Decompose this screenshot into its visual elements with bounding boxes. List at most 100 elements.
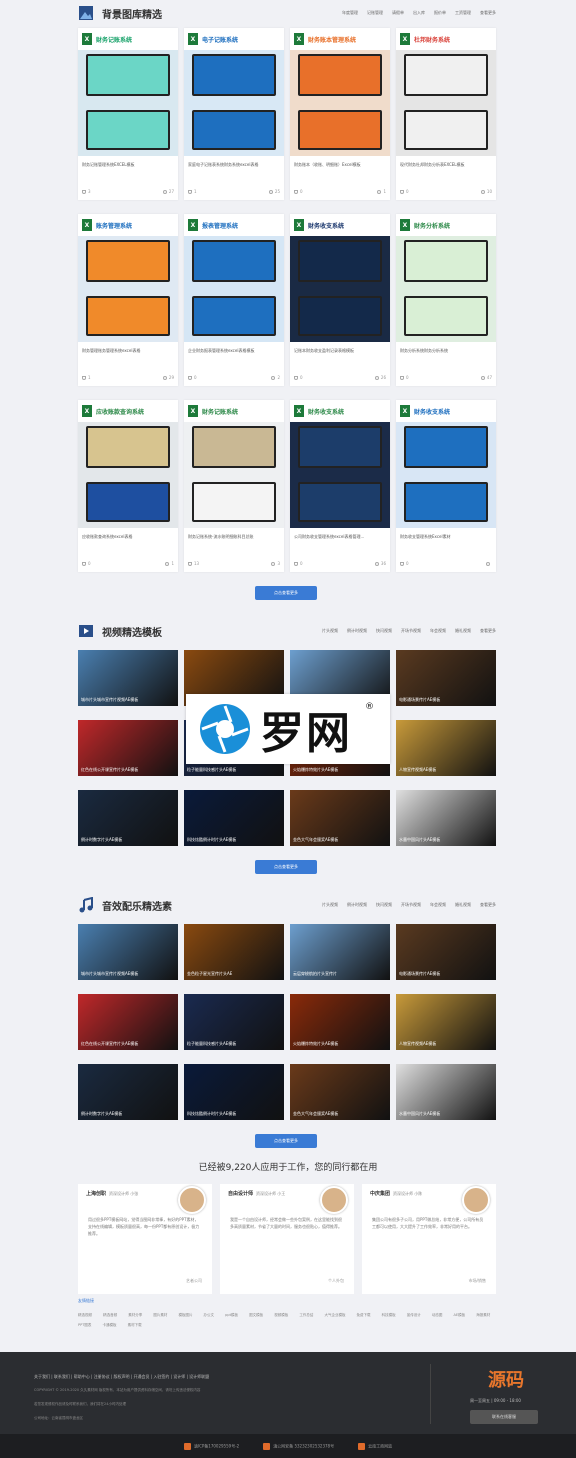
- nav-link[interactable]: 倒计时视频: [347, 902, 367, 908]
- like-count[interactable]: 1: [165, 561, 174, 566]
- template-card[interactable]: X 应收账款查询系统 应收账款查询系统excel表格 0 1: [78, 400, 178, 572]
- video-card[interactable]: 电影通场景传片AE模板: [396, 650, 496, 706]
- video-card[interactable]: 科技炫酷倒计时片头AE模板: [184, 790, 284, 846]
- video-card[interactable]: 粒子能量科技感片头AE模板: [184, 994, 284, 1050]
- template-card[interactable]: X 财务记账系统 财务记账系统-流水账明细账科目总账 13 3: [184, 400, 284, 572]
- card-description[interactable]: 公司财务收支管理系统excel表格管理...: [290, 528, 390, 540]
- card-description[interactable]: 记账本财务收支盈利记录表格模板: [290, 342, 390, 354]
- nav-link[interactable]: 片头视频: [322, 902, 338, 908]
- like-count[interactable]: 10: [480, 189, 492, 194]
- template-card[interactable]: X 报表管理系统 企业财务报表管理系统excel表格模板 0 2: [184, 214, 284, 386]
- card-description[interactable]: 财务管理账务管理系统excel表格: [78, 342, 178, 354]
- card-thumbnail[interactable]: X 账务管理系统: [78, 214, 178, 342]
- like-count[interactable]: 3: [271, 561, 280, 566]
- template-card[interactable]: X 账务管理系统 财务管理账务管理系统excel表格 1 29: [78, 214, 178, 386]
- thumb-header: X 财务收支系统: [290, 400, 390, 422]
- card-description[interactable]: 应收账款查询系统excel表格: [78, 528, 178, 540]
- like-count[interactable]: 36: [374, 561, 386, 566]
- nav-link[interactable]: 请假单: [392, 10, 404, 16]
- video-card[interactable]: 云层穿梭航拍片头宣传片: [290, 924, 390, 980]
- video-card[interactable]: 水墨中国风片头AE模板: [396, 1064, 496, 1120]
- icp-item[interactable]: 滇ICP备170029559号-2: [183, 1442, 239, 1450]
- nav-link[interactable]: 婚礼视频: [455, 902, 471, 908]
- template-card[interactable]: X 财务账本管理系统 财务账本（收账、明细账）Excel模板 0 1: [290, 28, 390, 200]
- like-count[interactable]: [486, 561, 492, 566]
- like-count[interactable]: 1: [377, 189, 386, 194]
- video-card[interactable]: 倒计时数字片头AE模板: [78, 1064, 178, 1120]
- like-count[interactable]: 25: [268, 189, 280, 194]
- card-thumbnail[interactable]: X 财务记账系统: [184, 400, 284, 528]
- video-card[interactable]: 人物宣传视频AE模板: [396, 994, 496, 1050]
- card-description[interactable]: 家庭电子记账表系统财务系统excel表格: [184, 156, 284, 168]
- nav-link[interactable]: 查看更多: [480, 10, 496, 16]
- nav-link[interactable]: 快闪视频: [376, 628, 392, 634]
- card-thumbnail[interactable]: X 报表管理系统: [184, 214, 284, 342]
- like-count[interactable]: 29: [162, 375, 174, 380]
- card-description[interactable]: 财务收支管理系统Excel素材: [396, 528, 496, 540]
- more-button[interactable]: 点击查看更多: [255, 586, 317, 600]
- video-card[interactable]: 城市片头城市宣传片视频AE模板: [78, 650, 178, 706]
- nav-link[interactable]: 开场节视频: [401, 902, 421, 908]
- nav-link[interactable]: 年会视频: [430, 902, 446, 908]
- nav-link[interactable]: 年度管理: [342, 10, 358, 16]
- nav-link[interactable]: 片头视频: [322, 628, 338, 634]
- video-card[interactable]: 红色在线公开课宣传片头AE模板: [78, 720, 178, 776]
- footer-nav[interactable]: 关于我们 | 联系我们 | 帮助中心 | 注册协议 | 版权声明 | 开通会员 …: [34, 1374, 209, 1380]
- video-card[interactable]: 倒计时数字片头AE模板: [78, 790, 178, 846]
- template-card[interactable]: X 财务分析系统 财务分析系统财务分析系统 0 47: [396, 214, 496, 386]
- video-card[interactable]: 水墨中国风片头AE模板: [396, 790, 496, 846]
- nav-link[interactable]: 倒计时视频: [347, 628, 367, 634]
- nav-link[interactable]: 查看更多: [480, 628, 496, 634]
- card-thumbnail[interactable]: X 财务分析系统: [396, 214, 496, 342]
- nav-link[interactable]: 婚礼视频: [455, 628, 471, 634]
- like-count[interactable]: 47: [480, 375, 492, 380]
- card-thumbnail[interactable]: X 财务收支系统: [290, 400, 390, 528]
- nav-link[interactable]: 年会视频: [430, 628, 446, 634]
- template-card[interactable]: X 财务收支系统 记账本财务收支盈利记录表格模板 0 26: [290, 214, 390, 386]
- template-card[interactable]: X 电子记账系统 家庭电子记账表系统财务系统excel表格 1 25: [184, 28, 284, 200]
- card-thumbnail[interactable]: X 电子记账系统: [184, 28, 284, 156]
- card-thumbnail[interactable]: X 财务收支系统: [396, 400, 496, 528]
- card-description[interactable]: 财务记账管理系统EXCEL模板: [78, 156, 178, 168]
- like-count[interactable]: 2: [271, 375, 280, 380]
- video-card[interactable]: 火焰爆炸特效片头AE模板: [290, 994, 390, 1050]
- card-description[interactable]: 企业财务报表管理系统excel表格模板: [184, 342, 284, 354]
- online-service-button[interactable]: 联系在线客服: [470, 1410, 538, 1424]
- nav-link[interactable]: 出入库: [413, 10, 425, 16]
- card-thumbnail[interactable]: X 应收账款查询系统: [78, 400, 178, 528]
- card-thumbnail[interactable]: X 财务记账系统: [78, 28, 178, 156]
- more-button[interactable]: 点击查看更多: [255, 860, 317, 874]
- nav-link[interactable]: 快闪视频: [376, 902, 392, 908]
- video-card[interactable]: 人物宣传视频AE模板: [396, 720, 496, 776]
- like-count[interactable]: 27: [162, 189, 174, 194]
- nav-link[interactable]: 报价单: [434, 10, 446, 16]
- icp-item[interactable]: 滇公网安备 53232302532378号: [263, 1442, 334, 1450]
- card-thumbnail[interactable]: X 财务收支系统: [290, 214, 390, 342]
- links-list[interactable]: 精选视频 精选音频 素材分享 图片素材 模板图片 办公文 ppt模板 图文模板 …: [78, 1310, 496, 1330]
- video-card[interactable]: 城市片头城市宣传片视频AE模板: [78, 924, 178, 980]
- template-card[interactable]: X 杜邦财务系统 现代财务杜邦财务分析表EXCEL模板 0 10: [396, 28, 496, 200]
- heart-icon: [271, 375, 276, 380]
- like-count[interactable]: 26: [374, 375, 386, 380]
- nav-link[interactable]: 开场节视频: [401, 628, 421, 634]
- card-description[interactable]: 现代财务杜邦财务分析表EXCEL模板: [396, 156, 496, 168]
- card-description[interactable]: 财务账本（收账、明细账）Excel模板: [290, 156, 390, 168]
- template-card[interactable]: X 财务收支系统 公司财务收支管理系统excel表格管理... 0 36: [290, 400, 390, 572]
- card-thumbnail[interactable]: X 财务账本管理系统: [290, 28, 390, 156]
- video-card[interactable]: 金色大气年会颁奖AE模板: [290, 790, 390, 846]
- template-card[interactable]: X 财务记账系统 财务记账管理系统EXCEL模板 3 27: [78, 28, 178, 200]
- template-card[interactable]: X 财务收支系统 财务收支管理系统Excel素材 0: [396, 400, 496, 572]
- icp-item[interactable]: 云南工商网监: [358, 1442, 392, 1450]
- video-card[interactable]: 金色大气年会颁奖AE模板: [290, 1064, 390, 1120]
- card-description[interactable]: 财务记账系统-流水账明细账科目总账: [184, 528, 284, 540]
- video-card[interactable]: 电影通场景传片AE模板: [396, 924, 496, 980]
- nav-link[interactable]: 工资管理: [455, 10, 471, 16]
- video-card[interactable]: 红色在线公开课宣传片头AE模板: [78, 994, 178, 1050]
- card-thumbnail[interactable]: X 杜邦财务系统: [396, 28, 496, 156]
- nav-link[interactable]: 查看更多: [480, 902, 496, 908]
- more-button[interactable]: 点击查看更多: [255, 1134, 317, 1148]
- nav-link[interactable]: 记账管理: [367, 10, 383, 16]
- video-card[interactable]: 科技炫酷倒计时片头AE模板: [184, 1064, 284, 1120]
- video-card[interactable]: 金色粒子星光宣传片头AE: [184, 924, 284, 980]
- card-description[interactable]: 财务分析系统财务分析系统: [396, 342, 496, 354]
